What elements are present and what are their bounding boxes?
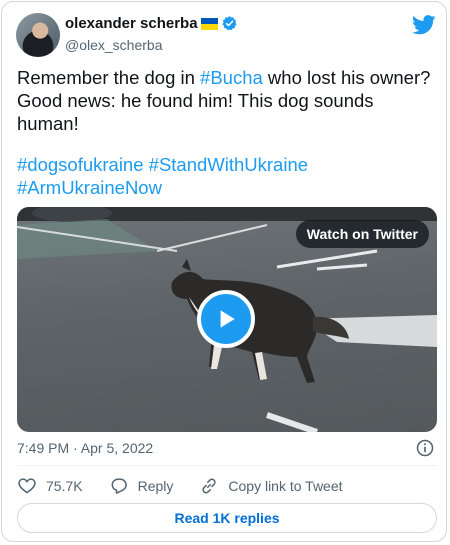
play-button[interactable]: [197, 290, 255, 348]
twitter-bird-icon[interactable]: [412, 14, 436, 36]
like-count: 75.7K: [46, 478, 83, 494]
reply-label: Reply: [137, 478, 174, 494]
hashtag-standwithukraine[interactable]: #StandWithUkraine: [149, 154, 308, 175]
tweet-timestamp[interactable]: 7:49 PM · Apr 5, 2022: [17, 440, 153, 456]
verified-badge-icon: [221, 16, 237, 31]
tweet-hashtags: #dogsofukraine #StandWithUkraine #ArmUkr…: [17, 153, 437, 199]
tweet-card: olexander scherba @olex_scherba Remember…: [1, 1, 447, 542]
reply-button[interactable]: Reply: [109, 476, 174, 496]
hashtag-dogsofukraine[interactable]: #dogsofukraine: [17, 154, 144, 175]
heart-icon: [18, 478, 36, 494]
copy-link-button[interactable]: Copy link to Tweet: [199, 476, 343, 496]
author-handle[interactable]: @olex_scherba: [65, 37, 163, 53]
watch-on-twitter-button[interactable]: Watch on Twitter: [295, 220, 429, 248]
read-replies-button[interactable]: Read 1K replies: [17, 503, 437, 533]
divider: [17, 465, 437, 466]
author-name[interactable]: olexander scherba: [65, 15, 198, 32]
author-name-row: olexander scherba: [65, 15, 238, 32]
hashtag-bucha[interactable]: #Bucha: [200, 67, 263, 88]
tweet-text: Remember the dog in #Bucha who lost his …: [17, 66, 437, 135]
tweet-actions: 75.7K Reply Copy link to Tweet: [17, 476, 369, 496]
play-icon: [220, 310, 235, 328]
link-icon: [202, 478, 217, 494]
avatar[interactable]: [16, 13, 60, 57]
like-button[interactable]: 75.7K: [17, 476, 83, 496]
ukraine-flag-icon: [200, 17, 218, 30]
video-thumbnail[interactable]: Watch on Twitter: [17, 207, 437, 432]
tweet-body: Remember the dog in #Bucha who lost his …: [17, 66, 437, 135]
info-icon[interactable]: [415, 438, 435, 458]
copy-link-label: Copy link to Tweet: [228, 478, 343, 494]
hashtag-armukrainenow[interactable]: #ArmUkraineNow: [17, 177, 162, 198]
reply-icon: [111, 478, 127, 494]
tweet-text-part: Remember the dog in: [17, 67, 201, 88]
